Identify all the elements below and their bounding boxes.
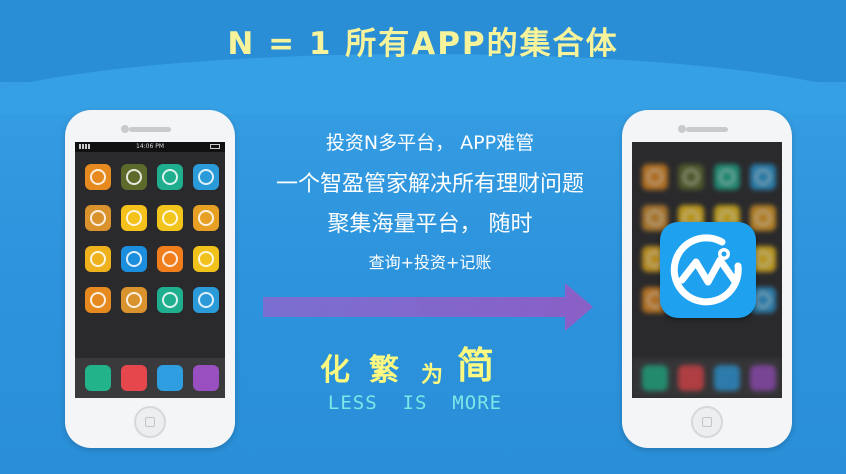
text-line-4: 查询+投资+记账 <box>368 253 492 272</box>
text-line-3: 聚集海量平台， 随时 <box>327 212 533 237</box>
slogan-char-3: 为 <box>421 363 444 388</box>
text-line-2: 一个智盈管家解决所有理财问题 <box>275 172 584 197</box>
gold-coin-app-icon[interactable] <box>85 287 111 313</box>
yuan-coin-app-icon[interactable] <box>85 246 111 272</box>
chart-circle-icon <box>670 234 742 306</box>
phone-app-icon[interactable] <box>642 365 668 391</box>
gold-coin-app-icon[interactable] <box>642 164 668 190</box>
phone-right <box>622 110 792 448</box>
lucky-seal-app-icon[interactable] <box>85 205 111 231</box>
shield-app-icon[interactable] <box>750 164 776 190</box>
message-app-icon[interactable] <box>714 365 740 391</box>
square-seal-app-icon[interactable] <box>193 205 219 231</box>
handshake-app-icon[interactable] <box>157 287 183 313</box>
page-title: N = 1 所有APP的集合体 <box>227 26 619 62</box>
app-dock-blurred <box>632 358 782 398</box>
shield-app-icon[interactable] <box>193 164 219 190</box>
handshake-app-icon[interactable] <box>157 164 183 190</box>
right-arrow-icon <box>263 283 593 331</box>
speaker-grille <box>129 127 171 132</box>
phone-app-icon[interactable] <box>85 365 111 391</box>
message-app-icon[interactable] <box>157 365 183 391</box>
battery-icon <box>210 144 220 149</box>
status-time: 14:06 PM <box>136 143 164 150</box>
lucky-seal-app-icon[interactable] <box>121 287 147 313</box>
app-dock <box>75 358 225 398</box>
phone-left: 14:06 PM <box>65 110 235 448</box>
volleyball-app-icon[interactable] <box>193 246 219 272</box>
ancient-coin-app-icon[interactable] <box>678 164 704 190</box>
page-dots <box>137 348 163 363</box>
phone-left-screen: 14:06 PM <box>75 142 225 398</box>
video-app-icon[interactable] <box>121 365 147 391</box>
clock-app-icon[interactable] <box>750 365 776 391</box>
handshake-app-icon[interactable] <box>714 164 740 190</box>
home-button[interactable] <box>691 406 723 438</box>
ring-app-icon[interactable] <box>121 246 147 272</box>
camera-dot <box>678 125 686 133</box>
gold-coin-app-icon[interactable] <box>85 164 111 190</box>
st-star-app-icon[interactable] <box>157 205 183 231</box>
home-button[interactable] <box>134 406 166 438</box>
ancient-coin-app-icon[interactable] <box>121 164 147 190</box>
slogan-english: LESS IS MORE <box>327 392 503 414</box>
flower-app-icon[interactable] <box>157 246 183 272</box>
shield-app-icon[interactable] <box>193 287 219 313</box>
video-app-icon[interactable] <box>678 365 704 391</box>
status-bar: 14:06 PM <box>75 142 225 152</box>
slogan: 化 繁 为 简 <box>320 344 520 389</box>
slide: N = 1 所有APP的集合体 14:06 PM 投资N多平台， APP难管 一… <box>0 0 846 474</box>
phone-right-screen <box>632 142 782 398</box>
slogan-char-2: 繁 <box>369 353 399 388</box>
slogan-char-4: 简 <box>457 344 494 387</box>
text-line-1: 投资N多平台， APP难管 <box>325 132 535 154</box>
wisdom-manager-app-icon[interactable] <box>660 222 756 318</box>
camera-dot <box>121 125 129 133</box>
b-logo-app-icon[interactable] <box>121 205 147 231</box>
clock-app-icon[interactable] <box>193 365 219 391</box>
speaker-grille <box>686 127 728 132</box>
slogan-char-1: 化 <box>320 353 350 388</box>
